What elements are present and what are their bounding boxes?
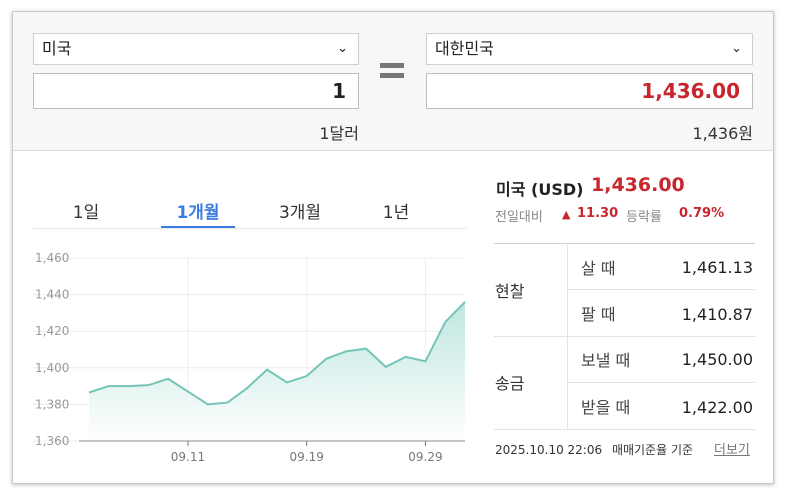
- more-link[interactable]: 더보기: [714, 439, 750, 458]
- cash-buy-value: 1,461.13: [681, 258, 753, 277]
- transfer-recv-value: 1,422.00: [681, 398, 753, 417]
- exchange-rate-widget: 미국 ⌄ 대한민국 ⌄ 1 1,436.00 1달러 1,436원 1일 1개월…: [12, 11, 774, 484]
- currency-title: 미국 (USD): [496, 180, 584, 199]
- to-country-label: 대한민국: [435, 39, 494, 58]
- transfer-send-label: 보낼 때: [581, 351, 631, 370]
- tab-1month[interactable]: 1개월: [161, 198, 235, 223]
- from-country-label: 미국: [42, 39, 72, 58]
- y-tick-label: 1,380: [35, 397, 69, 411]
- cash-sell-label: 팔 때: [581, 305, 616, 324]
- cash-buy-label: 살 때: [581, 259, 616, 278]
- prev-day-label: 전일대비: [495, 210, 543, 225]
- y-tick-label: 1,440: [35, 288, 69, 302]
- current-rate: 1,436.00: [591, 174, 685, 196]
- change-rate-label: 등락률: [626, 210, 662, 225]
- transfer-send-value: 1,450.00: [681, 350, 753, 369]
- basis-text: 매매기준율 기준: [611, 443, 694, 457]
- x-tick-label: 09.29: [408, 450, 442, 464]
- y-tick-label: 1,360: [35, 434, 69, 448]
- tab-1day[interactable]: 1일: [49, 198, 123, 223]
- tab-3month[interactable]: 3개월: [263, 198, 337, 223]
- from-amount-input[interactable]: 1: [33, 73, 359, 109]
- tab-1year[interactable]: 1년: [359, 198, 433, 223]
- period-tabs: 1일 1개월 3개월 1년: [33, 184, 467, 229]
- to-unit-text: 1,436원: [692, 124, 753, 143]
- x-tick-label: 09.19: [290, 450, 324, 464]
- cash-sell-value: 1,410.87: [681, 305, 753, 324]
- active-tab-indicator: [161, 226, 235, 228]
- to-amount-input[interactable]: 1,436.00: [426, 73, 753, 109]
- chevron-down-icon: ⌄: [731, 41, 742, 56]
- cash-category: 현찰: [495, 282, 525, 301]
- x-tick-label: 09.11: [171, 450, 205, 464]
- change-value: 11.30: [577, 206, 619, 221]
- converter-panel: 미국 ⌄ 대한민국 ⌄ 1 1,436.00 1달러 1,436원: [13, 12, 773, 151]
- equals-icon: [380, 63, 404, 83]
- y-tick-label: 1,420: [35, 324, 69, 338]
- rate-chart: 1,460 1,440 1,420 1,400 1,380 1,360 09.11 09.19…: [33, 251, 466, 464]
- from-unit-text: 1달러: [319, 124, 359, 143]
- change-rate-value: 0.79%: [679, 206, 725, 221]
- y-tick-label: 1,460: [35, 251, 69, 265]
- transfer-recv-label: 받을 때: [581, 398, 631, 417]
- to-currency-select[interactable]: 대한민국 ⌄: [426, 33, 753, 65]
- from-currency-select[interactable]: 미국 ⌄: [33, 33, 359, 65]
- footer-info: 2025.10.10 22:06 매매기준율 기준: [495, 441, 693, 458]
- chevron-down-icon: ⌄: [337, 41, 348, 56]
- series-area: [89, 301, 465, 441]
- timestamp: 2025.10.10 22:06: [495, 443, 603, 457]
- up-arrow-icon: ▲: [562, 208, 571, 221]
- transfer-category: 송금: [495, 374, 525, 393]
- y-tick-label: 1,400: [35, 361, 69, 375]
